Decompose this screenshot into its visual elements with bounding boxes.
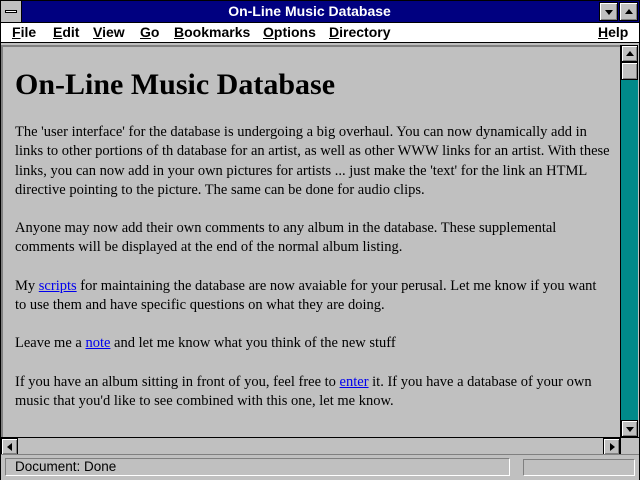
menu-label-rest: ptions	[273, 24, 316, 40]
scroll-right-button[interactable]	[603, 438, 620, 455]
menu-mnemonic: G	[140, 24, 151, 40]
menu-bookmarks[interactable]: Bookmarks	[174, 24, 250, 40]
maximize-icon	[625, 9, 633, 14]
scroll-right-icon	[610, 443, 615, 451]
text: My	[15, 277, 39, 294]
menu-label-rest: o	[150, 24, 160, 40]
minimize-button[interactable]	[599, 2, 618, 21]
paragraph-interface: The 'user interface' for the database is…	[15, 124, 610, 198]
menu-mnemonic: V	[93, 24, 103, 40]
page-content: On-Line Music Database The 'user interfa…	[15, 67, 611, 430]
menu-file[interactable]: File	[12, 24, 36, 40]
menu-edit[interactable]: Edit	[53, 24, 79, 40]
menu-label-rest: ile	[20, 24, 37, 40]
title-bar: On-Line Music Database	[1, 1, 639, 23]
menu-mnemonic: B	[174, 24, 185, 40]
maximize-button[interactable]	[619, 2, 638, 21]
paragraph-comments: Anyone may now add their own comments to…	[15, 220, 557, 256]
window-title: On-Line Music Database	[228, 3, 391, 19]
progress-indicator	[523, 459, 635, 476]
status-text: Document: Done	[5, 458, 510, 476]
scroll-up-button[interactable]	[621, 45, 638, 62]
menu-options[interactable]: Options	[263, 24, 316, 40]
status-bar: Document: Done	[1, 454, 639, 480]
system-menu-icon	[5, 10, 17, 13]
enter-link[interactable]: enter	[340, 374, 369, 390]
scroll-left-icon	[7, 443, 12, 451]
horizontal-scrollbar[interactable]	[1, 437, 620, 455]
menu-directory[interactable]: Directory	[329, 24, 390, 40]
menu-label-rest: irectory	[339, 24, 391, 40]
note-link[interactable]: note	[85, 335, 110, 351]
text: and let me know what you think of the ne…	[110, 335, 396, 352]
document-view[interactable]: On-Line Music Database The 'user interfa…	[1, 45, 620, 437]
menu-mnemonic: E	[53, 24, 63, 40]
menu-label-rest: dit	[62, 24, 80, 40]
text: Leave me a	[15, 335, 86, 352]
menu-help[interactable]: Help	[598, 24, 628, 40]
paragraph-note: Leave me a note and let me know what you…	[15, 334, 611, 353]
system-menu-button[interactable]	[1, 1, 22, 22]
menu-label-rest: ookmarks	[184, 24, 251, 40]
text: for maintaining the database are now ava…	[15, 277, 597, 314]
minimize-icon	[605, 10, 613, 15]
paragraph-enter: If you have an album sitting in front of…	[15, 373, 611, 412]
browser-window: On-Line Music Database File Edit View Go…	[0, 0, 640, 480]
menu-mnemonic: O	[263, 24, 274, 40]
scroll-up-icon	[626, 51, 634, 56]
vertical-scroll-thumb[interactable]	[621, 62, 638, 80]
scrollbar-corner	[620, 437, 639, 454]
scroll-down-icon	[626, 427, 634, 432]
vertical-scrollbar[interactable]	[620, 45, 638, 437]
menu-mnemonic: D	[329, 24, 340, 40]
menu-go[interactable]: Go	[140, 24, 159, 40]
menu-bar: File Edit View Go Bookmarks Options Dire…	[1, 23, 639, 43]
page-heading: On-Line Music Database	[15, 68, 336, 101]
menu-view[interactable]: View	[93, 24, 125, 40]
menu-mnemonic: H	[598, 24, 609, 40]
menu-label-rest: elp	[608, 24, 629, 40]
scripts-link[interactable]: scripts	[39, 278, 77, 294]
menu-label-rest: iew	[102, 24, 125, 40]
scroll-down-button[interactable]	[621, 420, 638, 437]
text: If you have an album sitting in front of…	[15, 373, 340, 390]
scroll-left-button[interactable]	[1, 438, 18, 455]
menu-mnemonic: F	[12, 24, 21, 40]
paragraph-scripts: My scripts for maintaining the database …	[15, 277, 611, 316]
